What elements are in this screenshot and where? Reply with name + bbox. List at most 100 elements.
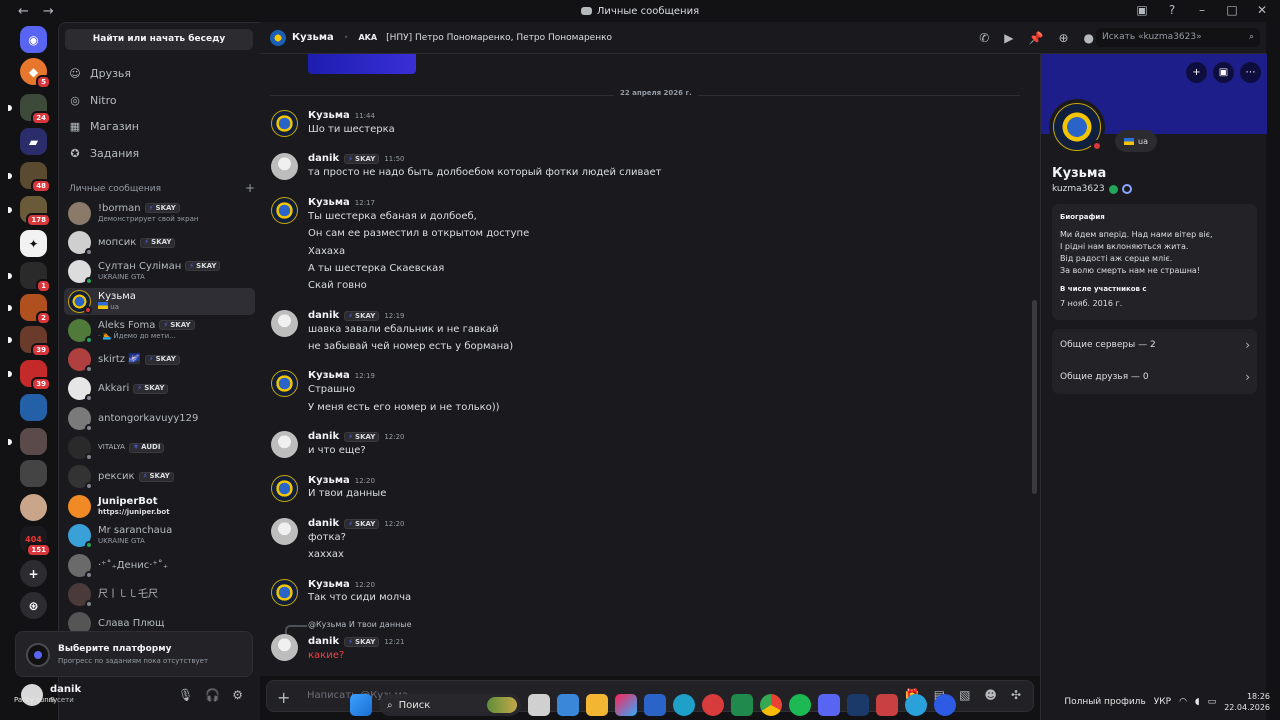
server-icon[interactable]	[20, 494, 47, 521]
server-icon[interactable]	[20, 394, 47, 421]
telegram-icon[interactable]	[905, 694, 927, 716]
help-icon[interactable]: ?	[1164, 3, 1180, 17]
inbox-icon[interactable]: ▣	[1134, 3, 1150, 17]
message-avatar[interactable]	[271, 370, 298, 397]
server-folder[interactable]: ▰	[20, 128, 47, 155]
dm-item[interactable]: ‧⁺˚₊Денис‧⁺˚₊	[64, 552, 255, 579]
chat-search-input[interactable]: Искать «kuzma3623» ⌕	[1096, 28, 1260, 47]
apps-icon[interactable]: ✣	[1011, 688, 1021, 702]
server-icon[interactable]: 39	[8, 360, 51, 391]
windows-start-icon[interactable]	[350, 694, 372, 716]
back-arrow-icon[interactable]: ←	[18, 4, 29, 19]
reply-reference[interactable]: @Кузьма И твои данные	[285, 620, 412, 635]
message-scrollbar[interactable]	[1032, 300, 1037, 494]
chat-title[interactable]: Кузьма	[292, 32, 334, 43]
copilot-icon[interactable]	[615, 694, 637, 716]
pin-icon[interactable]: 📌	[1029, 31, 1044, 45]
wifi-icon[interactable]: ◠	[1179, 697, 1187, 707]
full-profile-link[interactable]: Полный профиль	[1064, 697, 1145, 707]
platform-quest-card[interactable]: Выберите платформу Прогресс по заданиям …	[15, 631, 253, 677]
nav-nitro[interactable]: ◎ Nitro	[69, 89, 116, 111]
server-icon[interactable]	[20, 460, 47, 487]
app-icon[interactable]	[876, 694, 898, 716]
dm-item[interactable]: VITALYA ⚜ AUDI	[64, 434, 255, 461]
find-conversation-button[interactable]: Найти или начать беседу	[65, 29, 253, 50]
emoji-icon[interactable]: ☻	[984, 688, 997, 702]
server-icon[interactable]: 48	[8, 162, 51, 193]
task-view-icon[interactable]	[528, 694, 550, 716]
chrome-icon[interactable]	[760, 694, 782, 716]
message-avatar[interactable]	[271, 310, 298, 337]
zoom-icon[interactable]	[934, 694, 956, 716]
gift-icon[interactable]: ▣	[1213, 62, 1234, 83]
nitro-badge-icon[interactable]	[1121, 184, 1132, 194]
nav-shop[interactable]: ▦ Магазин	[69, 115, 139, 137]
forward-arrow-icon[interactable]: →	[43, 4, 54, 19]
message-avatar[interactable]	[271, 110, 298, 137]
volume-icon[interactable]: ◖	[1195, 697, 1200, 707]
server-icon[interactable]: 1	[8, 262, 51, 293]
dm-item[interactable]: JuniperBot https://juniper.bot	[64, 493, 255, 520]
file-explorer-icon[interactable]	[586, 694, 608, 716]
server-icon[interactable]: 2	[8, 294, 51, 325]
dm-item[interactable]: Akkari ⚡ SKAY	[64, 375, 255, 402]
microphone-icon[interactable]: 🎙	[178, 688, 193, 702]
dm-item[interactable]: antongorkavuyy129	[64, 405, 255, 432]
dm-item-active[interactable]: Кузьма ua	[64, 288, 255, 315]
server-icon[interactable]: 404 151	[20, 526, 51, 557]
nav-quests[interactable]: ✪ Задания	[69, 142, 139, 164]
server-icon[interactable]: 24	[8, 94, 51, 125]
close-button[interactable]: ✕	[1254, 3, 1270, 17]
add-friends-icon[interactable]: ⊕	[1058, 31, 1068, 45]
mutual-servers-link[interactable]: Общие серверы — 2 ›	[1060, 330, 1250, 360]
nav-friends[interactable]: ☺ Друзья	[69, 62, 131, 84]
server-icon[interactable]: ◆ 5	[20, 58, 51, 89]
edge-icon[interactable]	[673, 694, 695, 716]
server-icon[interactable]: ✦	[20, 230, 47, 257]
message-avatar[interactable]	[271, 431, 298, 458]
home-button[interactable]: ◉	[20, 26, 47, 53]
profile-avatar[interactable]	[1049, 99, 1105, 155]
discover-button[interactable]: ⊛	[20, 592, 47, 619]
dm-item[interactable]: мопсик ⚡ SKAY	[64, 229, 255, 256]
minimize-button[interactable]: –	[1194, 3, 1210, 17]
battery-icon[interactable]: ▭	[1208, 697, 1217, 707]
voice-call-icon[interactable]: ✆	[979, 31, 989, 45]
message-avatar[interactable]	[271, 579, 298, 606]
maximize-button[interactable]: □	[1224, 3, 1240, 17]
message-avatar[interactable]	[271, 197, 298, 224]
dm-item[interactable]: !borman ⚡ SKAY Демонстрирует свой экран	[64, 200, 255, 227]
sticker-icon[interactable]: ▧	[959, 688, 970, 702]
server-icon[interactable]: 39	[8, 326, 51, 357]
add-server-button[interactable]: +	[20, 560, 47, 587]
dm-item[interactable]: Mr saranchaua UKRAINE GTA	[64, 522, 255, 549]
app-icon[interactable]	[847, 694, 869, 716]
system-clock[interactable]: 18:26 22.04.2026	[1224, 691, 1270, 713]
attach-plus-icon[interactable]: +	[277, 688, 290, 707]
spotify-icon[interactable]	[789, 694, 811, 716]
pdf-icon[interactable]	[702, 694, 724, 716]
server-icon[interactable]	[8, 428, 47, 455]
dm-item[interactable]: Aleks Foma ⚡ SKAY · 🏊 Йдемо до мети...	[64, 317, 255, 344]
excel-icon[interactable]	[731, 694, 753, 716]
message-avatar[interactable]	[271, 518, 298, 545]
dm-item[interactable]: skirtz 🌌 ⚡ SKAY	[64, 346, 255, 373]
settings-gear-icon[interactable]: ⚙	[232, 688, 243, 702]
dm-item[interactable]: Султан Суліман ⚡ SKAY UKRAINE GTA	[64, 258, 255, 285]
message-avatar[interactable]	[271, 634, 298, 661]
message-avatar[interactable]	[271, 153, 298, 180]
image-attachment[interactable]	[308, 54, 416, 74]
store-icon[interactable]	[557, 694, 579, 716]
create-dm-button[interactable]: +	[245, 182, 255, 194]
message-avatar[interactable]	[271, 475, 298, 502]
headphones-icon[interactable]: 🎧	[205, 688, 220, 702]
more-options-icon[interactable]: ⋯	[1240, 62, 1261, 83]
weather-widget[interactable]: Partly sunny	[14, 696, 57, 704]
dm-item[interactable]: 尺丨㇄㇄乇尺	[64, 581, 255, 608]
user-profile-icon[interactable]: ●	[1084, 31, 1094, 45]
word-icon[interactable]	[644, 694, 666, 716]
mutual-friends-link[interactable]: Общие друзья — 0 ›	[1060, 362, 1250, 392]
taskbar-search[interactable]: ⌕ Поиск	[379, 694, 521, 716]
discord-icon[interactable]	[818, 694, 840, 716]
badge-icon[interactable]	[1108, 184, 1118, 194]
